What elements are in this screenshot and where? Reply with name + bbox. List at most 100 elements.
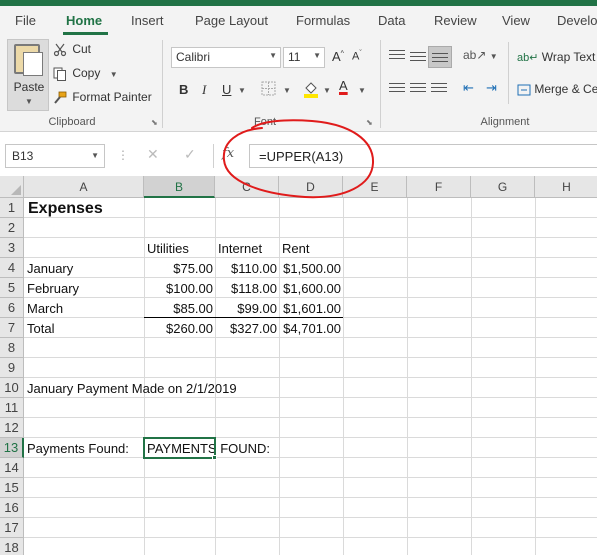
cell-b3[interactable]: Utilities — [144, 239, 215, 259]
tab-home[interactable]: Home — [66, 13, 102, 28]
cell-d6[interactable]: $1,601.00 — [279, 299, 343, 319]
middle-align-icon[interactable] — [410, 52, 426, 66]
select-all-button[interactable] — [0, 176, 24, 198]
cell-a6[interactable]: March — [24, 299, 144, 319]
chevron-down-icon: ▼ — [313, 51, 321, 60]
row-header-1[interactable]: 1 — [0, 198, 24, 218]
bold-button[interactable]: B — [179, 82, 188, 97]
cell-b4[interactable]: $75.00 — [144, 259, 215, 279]
row-header-2[interactable]: 2 — [0, 218, 24, 238]
wrap-text-button[interactable]: ab↵ Wrap Text — [517, 50, 595, 64]
fill-handle[interactable] — [212, 455, 217, 460]
cell-d4[interactable]: $1,500.00 — [279, 259, 343, 279]
decrease-font-size-button[interactable]: Aˇ — [352, 50, 362, 63]
row-header-5[interactable]: 5 — [0, 278, 24, 298]
decrease-indent-icon[interactable]: ⇤ — [463, 80, 474, 96]
column-header-h[interactable]: H — [535, 176, 597, 198]
row-header-12[interactable]: 12 — [0, 418, 24, 438]
chevron-down-icon[interactable]: ▼ — [323, 86, 331, 95]
increase-indent-icon[interactable]: ⇥ — [486, 80, 497, 96]
cell-c7[interactable]: $327.00 — [215, 319, 279, 339]
increase-font-size-button[interactable]: A^ — [332, 49, 344, 64]
cell-c6[interactable]: $99.00 — [215, 299, 279, 319]
tab-developer[interactable]: Develo — [557, 13, 597, 28]
align-right-icon[interactable] — [431, 83, 447, 97]
row-header-17[interactable]: 17 — [0, 518, 24, 538]
tab-view[interactable]: View — [502, 13, 530, 28]
cell-a10[interactable]: January Payment Made on 2/1/2019 — [24, 379, 284, 399]
bottom-align-button[interactable] — [428, 46, 452, 68]
align-center-icon[interactable] — [410, 83, 426, 97]
cell-a7[interactable]: Total — [24, 319, 144, 339]
row-header-4[interactable]: 4 — [0, 258, 24, 278]
chevron-down-icon[interactable]: ▼ — [358, 86, 366, 95]
font-color-button[interactable]: A — [339, 78, 348, 93]
merge-center-label: Merge & Ce — [534, 82, 597, 96]
orientation-button[interactable]: ab↗ ▼ — [463, 48, 498, 62]
row-header-3[interactable]: 3 — [0, 238, 24, 258]
cell-a13[interactable]: Payments Found: — [24, 439, 144, 459]
cell-c3[interactable]: Internet — [215, 239, 279, 259]
tab-file[interactable]: File — [15, 13, 36, 28]
cell-b7[interactable]: $260.00 — [144, 319, 215, 339]
underline-button[interactable]: U — [222, 82, 231, 97]
tab-page-layout[interactable]: Page Layout — [195, 13, 268, 28]
merge-center-button[interactable]: Merge & Ce — [517, 82, 597, 97]
row-header-8[interactable]: 8 — [0, 338, 24, 358]
clipboard-launcher-icon[interactable]: ⬊ — [151, 118, 158, 127]
insert-function-icon[interactable]: fx — [222, 146, 234, 161]
chevron-down-icon[interactable]: ▼ — [110, 70, 118, 79]
cell-b6[interactable]: $85.00 — [144, 299, 215, 319]
cell-a4[interactable]: January — [24, 259, 144, 279]
cell-a1[interactable]: Expenses — [25, 199, 144, 219]
chevron-down-icon[interactable]: ▼ — [8, 97, 50, 106]
column-header-g[interactable]: G — [471, 176, 535, 198]
column-header-e[interactable]: E — [343, 176, 407, 198]
cell-c5[interactable]: $118.00 — [215, 279, 279, 299]
tab-review[interactable]: Review — [434, 13, 477, 28]
row-header-9[interactable]: 9 — [0, 358, 24, 378]
cell-a5[interactable]: February — [24, 279, 144, 299]
font-size-select[interactable]: 11 ▼ — [283, 47, 325, 68]
name-box[interactable]: B13 ▼ — [5, 144, 105, 168]
column-header-a[interactable]: A — [24, 176, 144, 198]
cancel-icon[interactable]: ✕ — [147, 146, 159, 163]
row-header-6[interactable]: 6 — [0, 298, 24, 318]
paste-button[interactable]: Paste ▼ — [7, 39, 49, 111]
row-header-7[interactable]: 7 — [0, 318, 24, 338]
tab-insert[interactable]: Insert — [131, 13, 164, 28]
chevron-down-icon[interactable]: ▼ — [283, 86, 291, 95]
cell-c4[interactable]: $110.00 — [215, 259, 279, 279]
format-painter-button[interactable]: Format Painter — [53, 90, 152, 105]
borders-button[interactable] — [261, 81, 276, 99]
row-header-15[interactable]: 15 — [0, 478, 24, 498]
cell-d3[interactable]: Rent — [279, 239, 343, 259]
cell-d5[interactable]: $1,600.00 — [279, 279, 343, 299]
column-header-b[interactable]: B — [144, 176, 215, 198]
tab-data[interactable]: Data — [378, 13, 405, 28]
column-header-c[interactable]: C — [215, 176, 279, 198]
align-left-icon[interactable] — [389, 83, 405, 97]
copy-button[interactable]: Copy ▼ — [53, 66, 118, 81]
formula-input[interactable]: =UPPER(A13) — [249, 144, 597, 168]
cut-button[interactable]: Cut — [53, 42, 91, 57]
italic-button[interactable]: I — [202, 82, 206, 98]
column-header-f[interactable]: F — [407, 176, 471, 198]
cell-b5[interactable]: $100.00 — [144, 279, 215, 299]
row-header-18[interactable]: 18 — [0, 538, 24, 555]
row-header-10[interactable]: 10 — [0, 378, 24, 398]
tab-formulas[interactable]: Formulas — [296, 13, 350, 28]
chevron-down-icon[interactable]: ▼ — [238, 86, 246, 95]
font-launcher-icon[interactable]: ⬊ — [366, 118, 373, 127]
row-header-11[interactable]: 11 — [0, 398, 24, 418]
drag-handle-icon[interactable]: ⋮ — [117, 148, 129, 162]
row-header-16[interactable]: 16 — [0, 498, 24, 518]
top-align-icon[interactable] — [389, 50, 405, 64]
font-name-select[interactable]: Calibri ▼ — [171, 47, 281, 68]
cell-d7[interactable]: $4,701.00 — [279, 319, 343, 339]
row-header-14[interactable]: 14 — [0, 458, 24, 478]
enter-check-icon[interactable]: ✓ — [184, 146, 196, 163]
row-header-13[interactable]: 13 — [0, 438, 24, 458]
fill-color-button[interactable] — [303, 80, 319, 101]
column-header-d[interactable]: D — [279, 176, 343, 198]
